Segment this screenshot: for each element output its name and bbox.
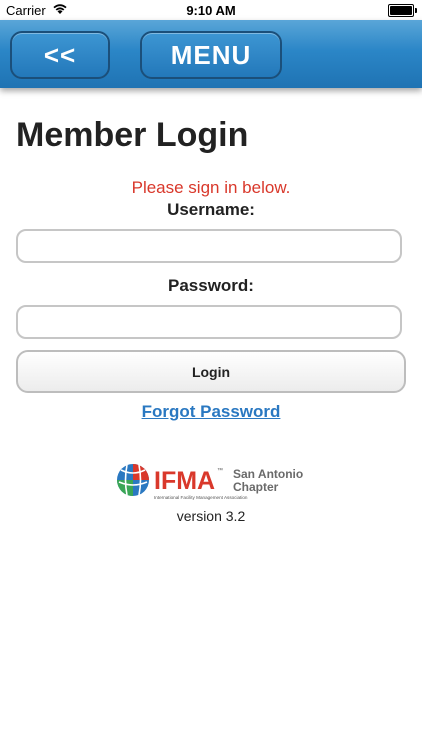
clock: 9:10 AM [186, 3, 236, 18]
version-label: version 3.2 [176, 508, 246, 524]
back-button[interactable]: << [10, 31, 110, 79]
menu-button[interactable]: MENU [140, 31, 282, 79]
globe-icon [117, 464, 149, 496]
password-label: Password: [168, 276, 254, 295]
battery-icon [388, 4, 417, 17]
password-field[interactable] [16, 305, 402, 339]
ifma-logo: IFMA ™ San Antonio Chapter International… [117, 464, 303, 500]
username-field[interactable] [16, 229, 402, 263]
username-label: Username: [167, 200, 255, 219]
app-header: << MENU [0, 20, 422, 88]
signin-prompt: Please sign in below. [131, 178, 291, 197]
page-title: Member Login [16, 116, 249, 154]
logo-acronym: IFMA [154, 467, 215, 495]
logo-tagline: International Facility Management Associ… [154, 495, 248, 500]
logo-chapter-line1: San Antonio [233, 467, 303, 481]
forgot-password-link[interactable]: Forgot Password [0, 402, 422, 422]
login-button[interactable]: Login [16, 350, 406, 393]
status-bar: Carrier 9:10 AM [0, 0, 422, 20]
logo-chapter-line2: Chapter [233, 480, 279, 494]
logo-tm: ™ [217, 467, 223, 474]
